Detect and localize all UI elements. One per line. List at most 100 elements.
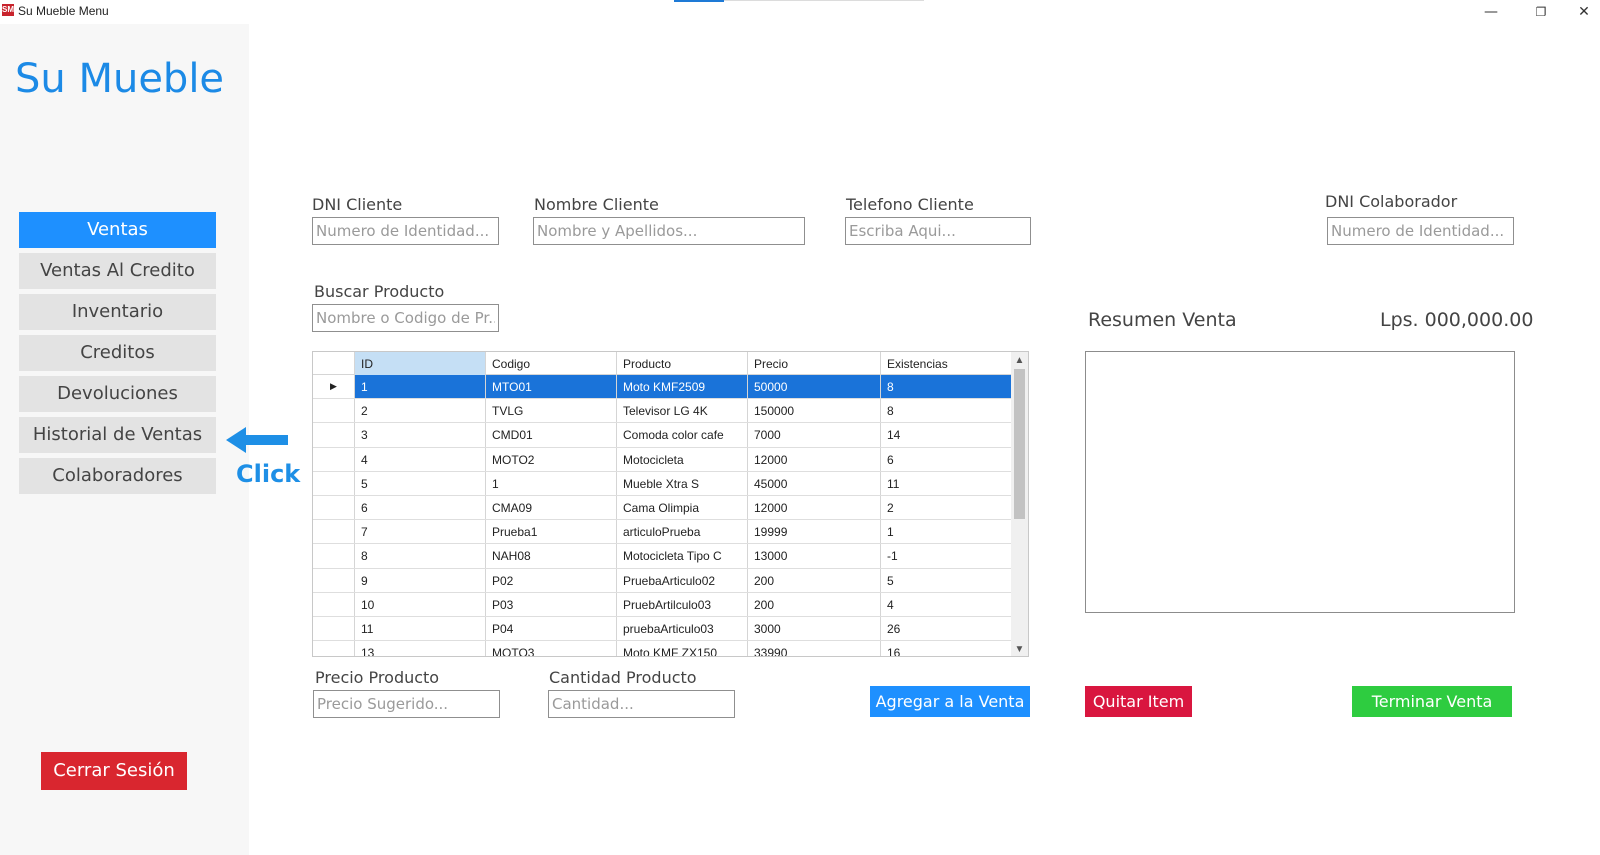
row-header[interactable]: ▶ <box>313 375 355 399</box>
cell-precio[interactable]: 12000 <box>748 495 881 520</box>
table-row[interactable]: 13 MOTO3 Moto KMF ZX150 33990 16 <box>313 641 1013 656</box>
scroll-up-icon[interactable]: ▲ <box>1011 352 1028 369</box>
column-header-existencias[interactable]: Existencias <box>881 352 1013 375</box>
column-header-id[interactable]: ID <box>355 352 486 375</box>
cell-producto[interactable]: pruebaArticulo03 <box>617 616 748 641</box>
cell-codigo[interactable]: MOTO2 <box>486 447 617 471</box>
cell-existencias[interactable]: 14 <box>881 423 1013 447</box>
nombre-cliente-input[interactable] <box>533 217 805 245</box>
add-to-sale-button[interactable]: Agregar a la Venta <box>870 686 1030 717</box>
cell-precio[interactable]: 200 <box>748 568 881 592</box>
dni-cliente-input[interactable] <box>312 217 499 245</box>
close-icon[interactable]: ✕ <box>1569 2 1599 22</box>
cell-existencias[interactable]: 4 <box>881 592 1013 616</box>
cell-codigo[interactable]: TVLG <box>486 399 617 423</box>
cell-codigo[interactable]: Prueba1 <box>486 520 617 544</box>
cell-producto[interactable]: Motocicleta Tipo C <box>617 544 748 568</box>
row-header[interactable] <box>313 423 355 447</box>
table-row[interactable]: 2 TVLG Televisor LG 4K 150000 8 <box>313 399 1013 424</box>
table-row[interactable]: 7 Prueba1 articuloPrueba 19999 1 <box>313 520 1013 545</box>
cell-precio[interactable]: 45000 <box>748 471 881 495</box>
table-row[interactable]: ▶ 1 MTO01 Moto KMF2509 50000 8 <box>313 375 1013 400</box>
finish-sale-button[interactable]: Terminar Venta <box>1352 686 1512 717</box>
cell-existencias[interactable]: 11 <box>881 471 1013 495</box>
cell-producto[interactable]: PruebaArticulo02 <box>617 568 748 592</box>
row-header[interactable] <box>313 641 355 656</box>
logout-button[interactable]: Cerrar Sesión <box>41 752 187 790</box>
telefono-cliente-input[interactable] <box>845 217 1031 245</box>
cell-precio[interactable]: 50000 <box>748 375 881 399</box>
table-row[interactable]: 10 P03 PruebArtilculo03 200 4 <box>313 592 1013 617</box>
cell-existencias[interactable]: 26 <box>881 616 1013 641</box>
cell-existencias[interactable]: 2 <box>881 495 1013 520</box>
cantidad-producto-input[interactable] <box>548 690 735 718</box>
cell-precio[interactable]: 200 <box>748 592 881 616</box>
scroll-thumb[interactable] <box>1014 369 1025 519</box>
cell-producto[interactable]: Cama Olimpia <box>617 495 748 520</box>
table-row[interactable]: 6 CMA09 Cama Olimpia 12000 2 <box>313 495 1013 521</box>
cell-id[interactable]: 13 <box>355 641 486 656</box>
nav-devoluciones-button[interactable]: Devoluciones <box>19 376 216 412</box>
nav-ventas-button[interactable]: Ventas <box>19 212 216 248</box>
cell-codigo[interactable]: MOTO3 <box>486 641 617 656</box>
cell-id[interactable]: 6 <box>355 495 486 520</box>
cell-codigo[interactable]: 1 <box>486 471 617 495</box>
row-header[interactable] <box>313 447 355 471</box>
cell-codigo[interactable]: P02 <box>486 568 617 592</box>
nav-creditos-button[interactable]: Creditos <box>19 335 216 371</box>
cell-existencias[interactable]: 16 <box>881 641 1013 656</box>
nav-colaboradores-button[interactable]: Colaboradores <box>19 458 216 494</box>
row-header[interactable] <box>313 399 355 423</box>
cell-producto[interactable]: Comoda color cafe <box>617 423 748 447</box>
cell-precio[interactable]: 12000 <box>748 447 881 471</box>
row-header[interactable] <box>313 495 355 520</box>
cell-existencias[interactable]: -1 <box>881 544 1013 568</box>
cell-existencias[interactable]: 5 <box>881 568 1013 592</box>
cell-codigo[interactable]: MTO01 <box>486 375 617 399</box>
cell-precio[interactable]: 33990 <box>748 641 881 656</box>
cell-id[interactable]: 9 <box>355 568 486 592</box>
cell-producto[interactable]: articuloPrueba <box>617 520 748 544</box>
column-header-precio[interactable]: Precio <box>748 352 881 375</box>
cell-producto[interactable]: Moto KMF2509 <box>617 375 748 399</box>
cell-codigo[interactable]: P03 <box>486 592 617 616</box>
row-header[interactable] <box>313 544 355 568</box>
cell-codigo[interactable]: CMD01 <box>486 423 617 447</box>
cell-producto[interactable]: PruebArtilculo03 <box>617 592 748 616</box>
cell-id[interactable]: 8 <box>355 544 486 568</box>
cell-codigo[interactable]: P04 <box>486 616 617 641</box>
table-row[interactable]: 9 P02 PruebaArticulo02 200 5 <box>313 568 1013 593</box>
cell-precio[interactable]: 3000 <box>748 616 881 641</box>
table-row[interactable]: 11 P04 pruebaArticulo03 3000 26 <box>313 616 1013 642</box>
cell-precio[interactable]: 13000 <box>748 544 881 568</box>
table-row[interactable]: 3 CMD01 Comoda color cafe 7000 14 <box>313 423 1013 448</box>
dni-colaborador-input[interactable] <box>1327 217 1514 245</box>
product-grid[interactable]: ID Codigo Producto Precio Existencias ▶ 1… <box>312 351 1029 657</box>
cell-id[interactable]: 1 <box>355 375 486 399</box>
cell-codigo[interactable]: CMA09 <box>486 495 617 520</box>
column-header-producto[interactable]: Producto <box>617 352 748 375</box>
cell-producto[interactable]: Mueble Xtra S <box>617 471 748 495</box>
table-row[interactable]: 5 1 Mueble Xtra S 45000 11 <box>313 471 1013 496</box>
cell-producto[interactable]: Televisor LG 4K <box>617 399 748 423</box>
row-header[interactable] <box>313 592 355 616</box>
cell-id[interactable]: 5 <box>355 471 486 495</box>
cell-precio[interactable]: 19999 <box>748 520 881 544</box>
cell-id[interactable]: 7 <box>355 520 486 544</box>
table-row[interactable]: 4 MOTO2 Motocicleta 12000 6 <box>313 447 1013 472</box>
cell-id[interactable]: 10 <box>355 592 486 616</box>
summary-list[interactable] <box>1085 351 1515 613</box>
cell-id[interactable]: 3 <box>355 423 486 447</box>
cell-id[interactable]: 4 <box>355 447 486 471</box>
nav-ventas-al-credito-button[interactable]: Ventas Al Credito <box>19 253 216 289</box>
scroll-down-icon[interactable]: ▼ <box>1011 641 1028 656</box>
remove-item-button[interactable]: Quitar Item <box>1085 686 1192 717</box>
precio-producto-input[interactable] <box>313 690 500 718</box>
nav-inventario-button[interactable]: Inventario <box>19 294 216 330</box>
cell-existencias[interactable]: 8 <box>881 375 1013 399</box>
cell-id[interactable]: 2 <box>355 399 486 423</box>
cell-producto[interactable]: Moto KMF ZX150 <box>617 641 748 656</box>
column-header-codigo[interactable]: Codigo <box>486 352 617 375</box>
table-row[interactable]: 8 NAH08 Motocicleta Tipo C 13000 -1 <box>313 544 1013 569</box>
nav-historial-de-ventas-button[interactable]: Historial de Ventas <box>19 417 216 453</box>
